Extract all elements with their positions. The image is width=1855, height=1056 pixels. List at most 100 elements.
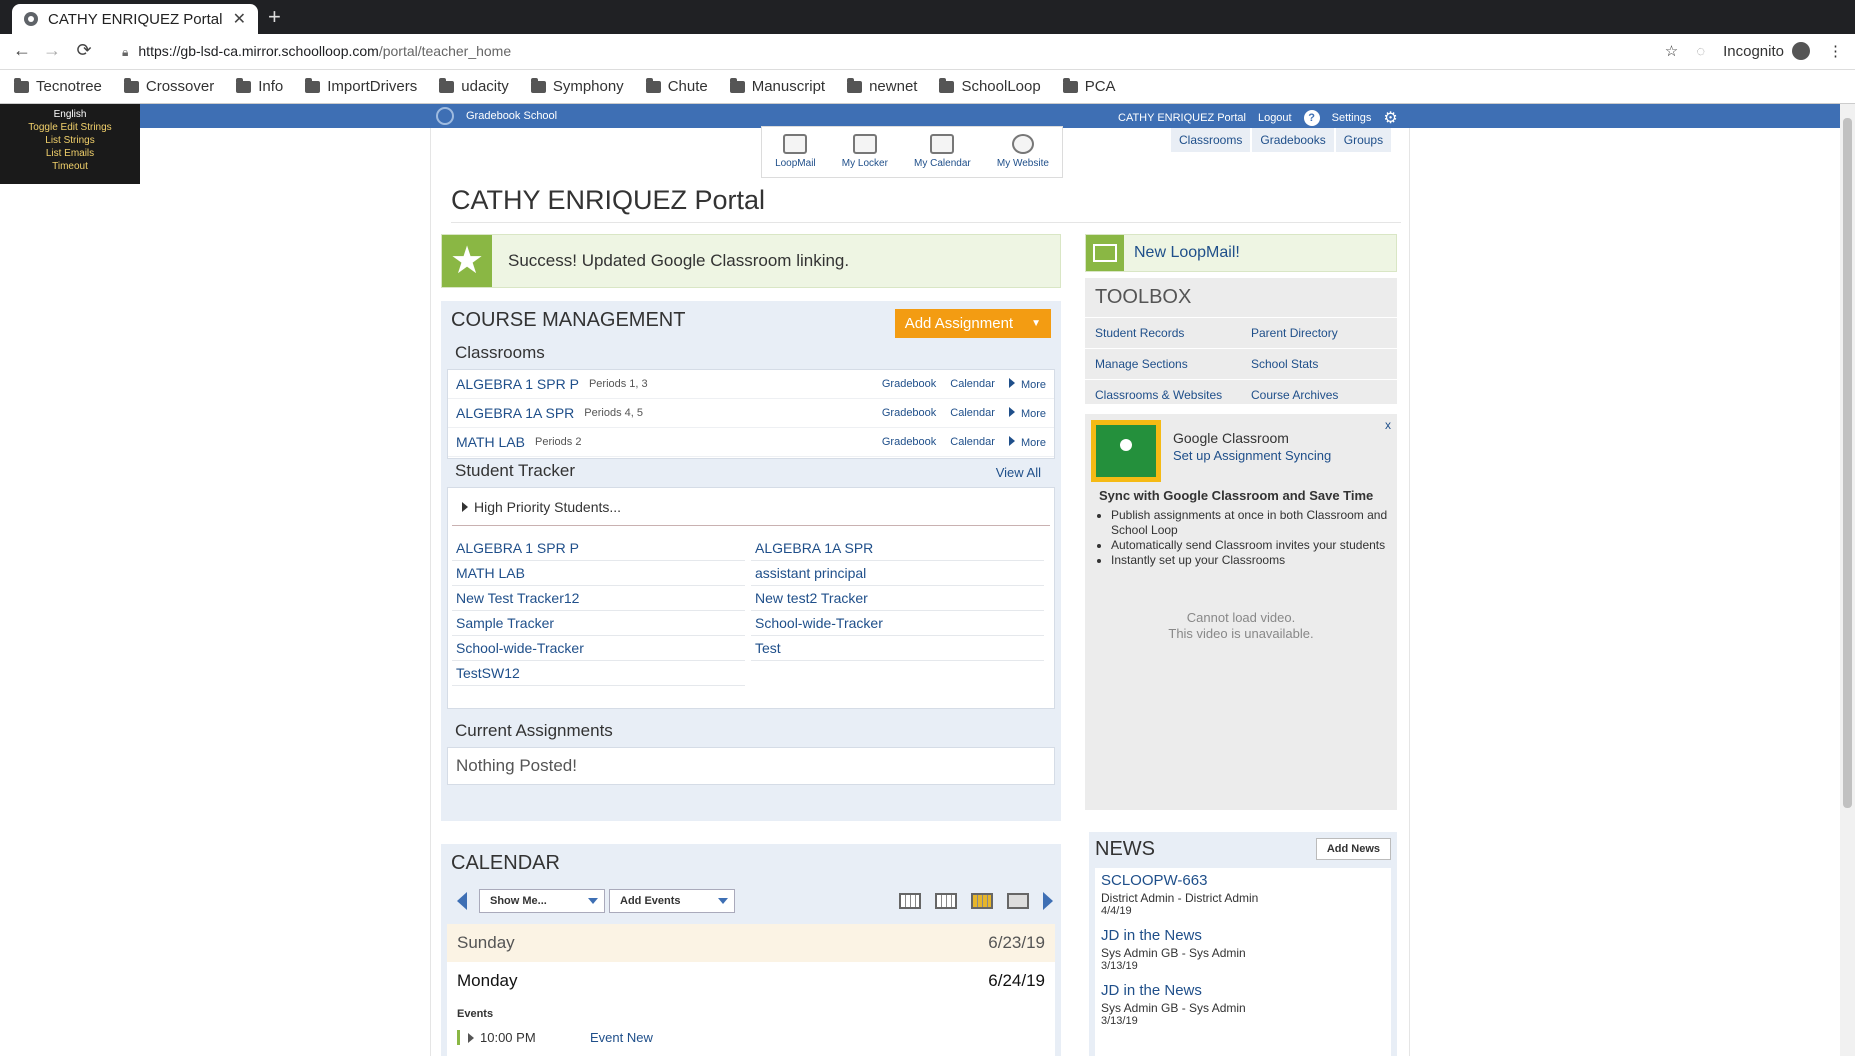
news-title-link[interactable]: JD in the News bbox=[1101, 927, 1202, 944]
folder-icon bbox=[14, 77, 29, 93]
print-icon[interactable] bbox=[1007, 893, 1029, 909]
tracker-link[interactable]: New test2 Tracker bbox=[751, 586, 1044, 611]
address-bar: ← → ⟳ 🔒︎ https://gb-lsd-ca.mirror.schooll… bbox=[0, 34, 1855, 70]
browser-tab[interactable]: CATHY ENRIQUEZ Portal ✕ bbox=[12, 4, 258, 34]
classroom-name-link[interactable]: ALGEBRA 1 SPR P bbox=[456, 376, 579, 392]
classroom-list: ALGEBRA 1 SPR P Periods 1, 3 Gradebook Cale… bbox=[447, 369, 1055, 459]
tracker-link[interactable]: TestSW12 bbox=[452, 661, 745, 686]
more-link[interactable]: More bbox=[1008, 435, 1046, 449]
dropdown-arrow-icon[interactable]: ▼ bbox=[1031, 318, 1041, 329]
more-link[interactable]: More bbox=[1008, 377, 1046, 391]
more-link[interactable]: More bbox=[1008, 406, 1046, 420]
help-icon[interactable]: ? bbox=[1303, 110, 1320, 126]
menu-icon[interactable]: ⋮ bbox=[1828, 42, 1843, 60]
show-me-dropdown[interactable]: Show Me... bbox=[479, 889, 605, 913]
star-icon[interactable]: ☆ bbox=[1665, 42, 1678, 60]
settings-link[interactable]: Settings bbox=[1332, 112, 1372, 124]
url-field[interactable]: 🔒︎ https://gb-lsd-ca.mirror.schoolloop.co… bbox=[122, 43, 511, 60]
close-icon[interactable]: x bbox=[1385, 418, 1391, 432]
next-arrow-icon[interactable] bbox=[1043, 892, 1053, 910]
forward-icon[interactable]: → bbox=[40, 40, 64, 61]
calendar-link[interactable]: Calendar bbox=[950, 436, 995, 448]
my-website-app[interactable]: My Website bbox=[997, 134, 1049, 169]
bookmark-item[interactable]: newnet bbox=[847, 77, 917, 95]
tracker-link[interactable]: School-wide-Tracker bbox=[751, 611, 1044, 636]
tracker-link[interactable]: ALGEBRA 1 SPR P bbox=[452, 536, 745, 561]
tracker-link[interactable]: Test bbox=[751, 636, 1044, 661]
bookmark-item[interactable]: SchoolLoop bbox=[939, 77, 1041, 95]
my-locker-app[interactable]: My Locker bbox=[842, 134, 888, 169]
high-priority-toggle[interactable]: High Priority Students... bbox=[452, 488, 1050, 526]
tracker-link[interactable]: New Test Tracker12 bbox=[452, 586, 745, 611]
list-emails-link[interactable]: List Emails bbox=[0, 147, 140, 160]
incognito-indicator[interactable]: Incognito bbox=[1723, 42, 1810, 60]
bookmark-item[interactable]: Manuscript bbox=[729, 77, 825, 95]
week-view-icon[interactable] bbox=[935, 893, 957, 909]
bookmark-item[interactable]: Info bbox=[236, 77, 283, 95]
portal-name[interactable]: CATHY ENRIQUEZ Portal bbox=[1118, 112, 1246, 124]
scrollbar-thumb[interactable] bbox=[1843, 118, 1852, 808]
calendar-link[interactable]: Calendar bbox=[950, 378, 995, 390]
bookmark-item[interactable]: udacity bbox=[439, 77, 509, 95]
gradebook-link[interactable]: Gradebook bbox=[882, 378, 936, 390]
new-loopmail-banner[interactable]: New LoopMail! bbox=[1085, 234, 1397, 272]
tracker-link[interactable]: Sample Tracker bbox=[452, 611, 745, 636]
tracker-grid: ALGEBRA 1 SPR P ALGEBRA 1A SPR MATH LAB ass… bbox=[448, 526, 1054, 686]
add-news-button[interactable]: Add News bbox=[1315, 838, 1391, 860]
gear-icon[interactable]: ⚙ bbox=[1383, 108, 1397, 128]
tracker-link[interactable]: ALGEBRA 1A SPR bbox=[751, 536, 1044, 561]
toolbox-link[interactable]: Parent Directory bbox=[1241, 317, 1397, 348]
calendar-link[interactable]: Calendar bbox=[950, 407, 995, 419]
add-assignment-button[interactable]: Add Assignment ▼ bbox=[894, 309, 1051, 338]
timeout-link[interactable]: Timeout bbox=[0, 160, 140, 173]
bookmark-item[interactable]: ImportDrivers bbox=[305, 77, 417, 95]
reload-icon[interactable]: ⟳ bbox=[72, 40, 96, 61]
day-view-icon[interactable] bbox=[971, 893, 993, 909]
gradebook-link[interactable]: Gradebook bbox=[882, 436, 936, 448]
bookmark-item[interactable]: Chute bbox=[645, 77, 708, 95]
my-calendar-app[interactable]: My Calendar bbox=[914, 134, 971, 169]
bookmark-item[interactable]: Crossover bbox=[123, 77, 214, 95]
page-scrollbar[interactable] bbox=[1840, 104, 1855, 1056]
classroom-name-link[interactable]: MATH LAB bbox=[456, 434, 525, 450]
classroom-name-link[interactable]: ALGEBRA 1A SPR bbox=[456, 405, 574, 421]
expand-triangle-icon[interactable] bbox=[468, 1032, 474, 1043]
list-strings-link[interactable]: List Strings bbox=[0, 134, 140, 147]
app-label: My Website bbox=[996, 158, 1049, 169]
tab-classrooms[interactable]: Classrooms bbox=[1171, 128, 1251, 152]
school-loop-logo-icon[interactable] bbox=[436, 107, 454, 125]
news-title-link[interactable]: SCLOOPW-663 bbox=[1101, 872, 1207, 889]
month-view-icon[interactable] bbox=[899, 893, 921, 909]
new-tab-button[interactable]: + bbox=[268, 4, 281, 30]
tracker-link[interactable]: assistant principal bbox=[751, 561, 1044, 586]
high-priority-label: High Priority Students... bbox=[474, 498, 622, 515]
bookmark-item[interactable]: Tecnotree bbox=[14, 77, 102, 95]
bookmark-item[interactable]: PCA bbox=[1062, 77, 1116, 95]
toolbox-link[interactable]: School Stats bbox=[1241, 348, 1397, 379]
gradebook-link[interactable]: Gradebook bbox=[882, 407, 936, 419]
page-title: CATHY ENRIQUEZ Portal bbox=[451, 185, 766, 215]
tracker-link[interactable]: School-wide-Tracker bbox=[452, 636, 745, 661]
toolbox-link[interactable]: Course Archives bbox=[1241, 379, 1397, 410]
tracker-link[interactable]: MATH LAB bbox=[452, 561, 745, 586]
url-host: https://gb-lsd-ca.mirror.schoolloop.com bbox=[138, 43, 379, 59]
back-icon[interactable]: ← bbox=[10, 40, 34, 61]
add-events-dropdown[interactable]: Add Events bbox=[609, 889, 735, 913]
tab-groups[interactable]: Groups bbox=[1335, 128, 1392, 152]
tab-gradebooks[interactable]: Gradebooks bbox=[1252, 128, 1334, 152]
extension-icon[interactable]: ◌ bbox=[1696, 43, 1705, 60]
previous-arrow-icon[interactable] bbox=[457, 892, 467, 910]
view-all-link[interactable]: View All bbox=[996, 465, 1041, 480]
toolbox-link[interactable]: Classrooms & Websites bbox=[1085, 379, 1241, 410]
school-name: Gradebook School bbox=[466, 110, 558, 122]
event-link[interactable]: Event New bbox=[590, 1030, 653, 1045]
news-title-link[interactable]: JD in the News bbox=[1101, 982, 1202, 999]
setup-syncing-link[interactable]: Set up Assignment Syncing bbox=[1173, 448, 1331, 463]
logout-link[interactable]: Logout bbox=[1258, 112, 1292, 124]
close-tab-icon[interactable]: ✕ bbox=[233, 9, 246, 29]
bookmark-item[interactable]: Symphony bbox=[530, 77, 624, 95]
toolbox-link[interactable]: Manage Sections bbox=[1085, 348, 1241, 379]
toolbox-link[interactable]: Student Records bbox=[1085, 317, 1241, 348]
toggle-edit-strings-link[interactable]: Toggle Edit Strings bbox=[0, 121, 140, 134]
loopmail-app[interactable]: LoopMail bbox=[775, 134, 816, 169]
